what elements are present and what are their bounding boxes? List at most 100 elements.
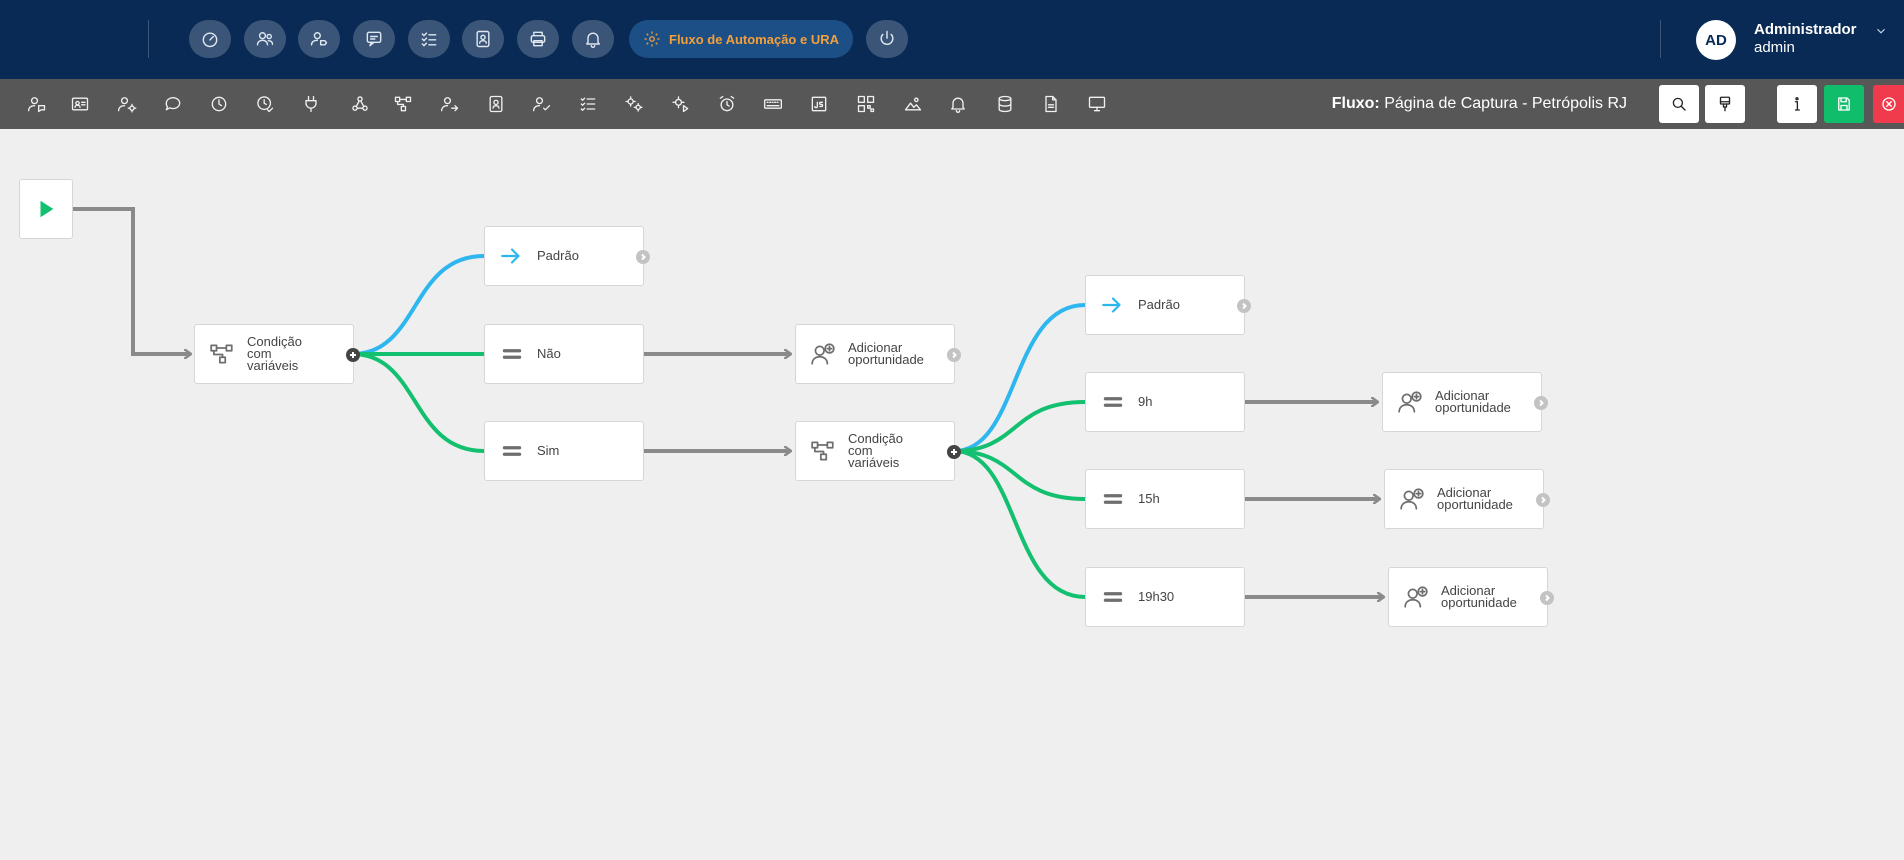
tool-database[interactable] xyxy=(994,93,1016,115)
tool-qrcode[interactable] xyxy=(855,93,877,115)
logout-button[interactable] xyxy=(866,20,908,58)
node-condition-1[interactable]: Condição com variáveis xyxy=(194,324,360,384)
plug-icon xyxy=(305,95,317,113)
user-role: admin xyxy=(1754,39,1795,56)
node-output-port[interactable] xyxy=(947,445,961,459)
dashboard-button[interactable] xyxy=(189,20,231,58)
tool-keyboard[interactable] xyxy=(762,93,784,115)
flow-automation-button[interactable]: Fluxo de Automação e URA xyxy=(629,20,853,58)
monitor-icon xyxy=(1088,96,1106,112)
chat-button[interactable] xyxy=(353,20,395,58)
search-button[interactable] xyxy=(1659,85,1699,123)
database-icon xyxy=(998,95,1012,113)
tool-automation[interactable] xyxy=(623,93,645,115)
checklist-icon xyxy=(421,32,437,47)
tool-condition[interactable] xyxy=(392,93,414,115)
equals-icon xyxy=(1100,486,1126,512)
node-option-9h[interactable]: 9h xyxy=(1085,372,1245,432)
node-option-nao[interactable]: Não xyxy=(484,324,644,384)
tool-run-automation[interactable] xyxy=(670,93,692,115)
user-tag-button[interactable] xyxy=(298,20,340,58)
close-button[interactable] xyxy=(1873,85,1904,123)
flow-branch-icon xyxy=(209,341,235,367)
chevron-down-icon xyxy=(1877,28,1885,34)
tool-message[interactable] xyxy=(162,93,184,115)
paint-brush-icon xyxy=(1719,96,1731,112)
gear-play-icon xyxy=(672,96,689,113)
tool-tasks[interactable] xyxy=(577,93,599,115)
user-plus-icon xyxy=(1399,486,1425,512)
flow-start-node[interactable] xyxy=(19,179,73,239)
node-output-port[interactable] xyxy=(346,348,360,362)
tool-transfer-user[interactable] xyxy=(439,93,461,115)
node-output-port[interactable] xyxy=(1237,299,1251,313)
node-label: Adicionar oportunidade xyxy=(1437,485,1513,512)
user-tag-icon xyxy=(310,32,328,46)
tool-integration[interactable] xyxy=(300,93,322,115)
avatar[interactable]: AD xyxy=(1696,20,1736,60)
node-output-port[interactable] xyxy=(1536,493,1550,507)
node-label: Adicionar oportunidade xyxy=(1435,388,1511,415)
node-default-2[interactable]: Padrão xyxy=(1085,275,1251,335)
tool-schedule[interactable] xyxy=(254,93,276,115)
node-label: Condição com variáveis xyxy=(247,334,302,373)
node-default-1[interactable]: Padrão xyxy=(484,226,650,286)
tool-id-card[interactable] xyxy=(69,93,91,115)
user-menu-toggle[interactable] xyxy=(1874,24,1888,38)
users-button[interactable] xyxy=(244,20,286,58)
node-output-port[interactable] xyxy=(1534,396,1548,410)
printer-button[interactable] xyxy=(517,20,559,58)
node-output-port[interactable] xyxy=(947,348,961,362)
contact-card-button[interactable] xyxy=(462,20,504,58)
header-divider xyxy=(1660,20,1661,58)
speech-bubble-icon xyxy=(165,97,181,111)
tool-notification[interactable] xyxy=(947,93,969,115)
node-option-19h30[interactable]: 19h30 xyxy=(1085,567,1245,627)
tool-document[interactable] xyxy=(1040,93,1062,115)
brush-button[interactable] xyxy=(1705,85,1745,123)
close-icon xyxy=(1881,97,1896,111)
node-add-opportunity-1[interactable]: Adicionar oportunidade xyxy=(795,324,961,384)
tool-screen[interactable] xyxy=(1086,93,1108,115)
tool-webhook[interactable] xyxy=(349,93,371,115)
dashboard-icon xyxy=(202,32,218,48)
checklist-button[interactable] xyxy=(408,20,450,58)
node-label: Padrão xyxy=(1138,297,1180,312)
tool-user-settings[interactable] xyxy=(116,93,138,115)
gears-icon xyxy=(625,96,643,112)
node-add-opportunity-2[interactable]: Adicionar oportunidade xyxy=(1382,372,1548,432)
node-condition-2[interactable]: Condição com variáveis xyxy=(795,421,961,481)
tool-image[interactable] xyxy=(902,93,924,115)
node-output-port[interactable] xyxy=(636,250,650,264)
printer-icon xyxy=(530,31,546,47)
equals-icon xyxy=(1100,389,1126,415)
webhook-icon xyxy=(352,96,368,111)
tool-contact[interactable] xyxy=(485,93,507,115)
node-label: 15h xyxy=(1138,491,1160,506)
notifications-button[interactable] xyxy=(572,20,614,58)
tool-user-check[interactable] xyxy=(531,93,553,115)
flow-branch-icon xyxy=(810,438,836,464)
top-header: Fluxo de Automação e URA AD Administrado… xyxy=(0,0,1904,79)
info-icon xyxy=(1794,97,1800,111)
arrow-right-icon xyxy=(1100,292,1126,318)
user-message-icon xyxy=(28,97,46,113)
tool-javascript[interactable] xyxy=(808,93,830,115)
tool-user-message[interactable] xyxy=(26,93,48,115)
node-output-port[interactable] xyxy=(1540,591,1554,605)
arrow-right-icon xyxy=(499,243,525,269)
flow-canvas[interactable] xyxy=(0,129,1904,860)
node-option-sim[interactable]: Sim xyxy=(484,421,644,481)
equals-icon xyxy=(499,438,525,464)
tool-wait[interactable] xyxy=(208,93,230,115)
node-add-opportunity-3[interactable]: Adicionar oportunidade xyxy=(1384,469,1550,529)
task-list-icon xyxy=(580,97,596,111)
power-icon xyxy=(880,30,894,46)
info-button[interactable] xyxy=(1777,85,1817,123)
node-option-15h[interactable]: 15h xyxy=(1085,469,1245,529)
user-arrow-icon xyxy=(441,97,459,112)
save-button[interactable] xyxy=(1824,85,1864,123)
tool-alarm[interactable] xyxy=(716,93,738,115)
clock-icon xyxy=(211,96,227,112)
node-add-opportunity-4[interactable]: Adicionar oportunidade xyxy=(1388,567,1554,627)
